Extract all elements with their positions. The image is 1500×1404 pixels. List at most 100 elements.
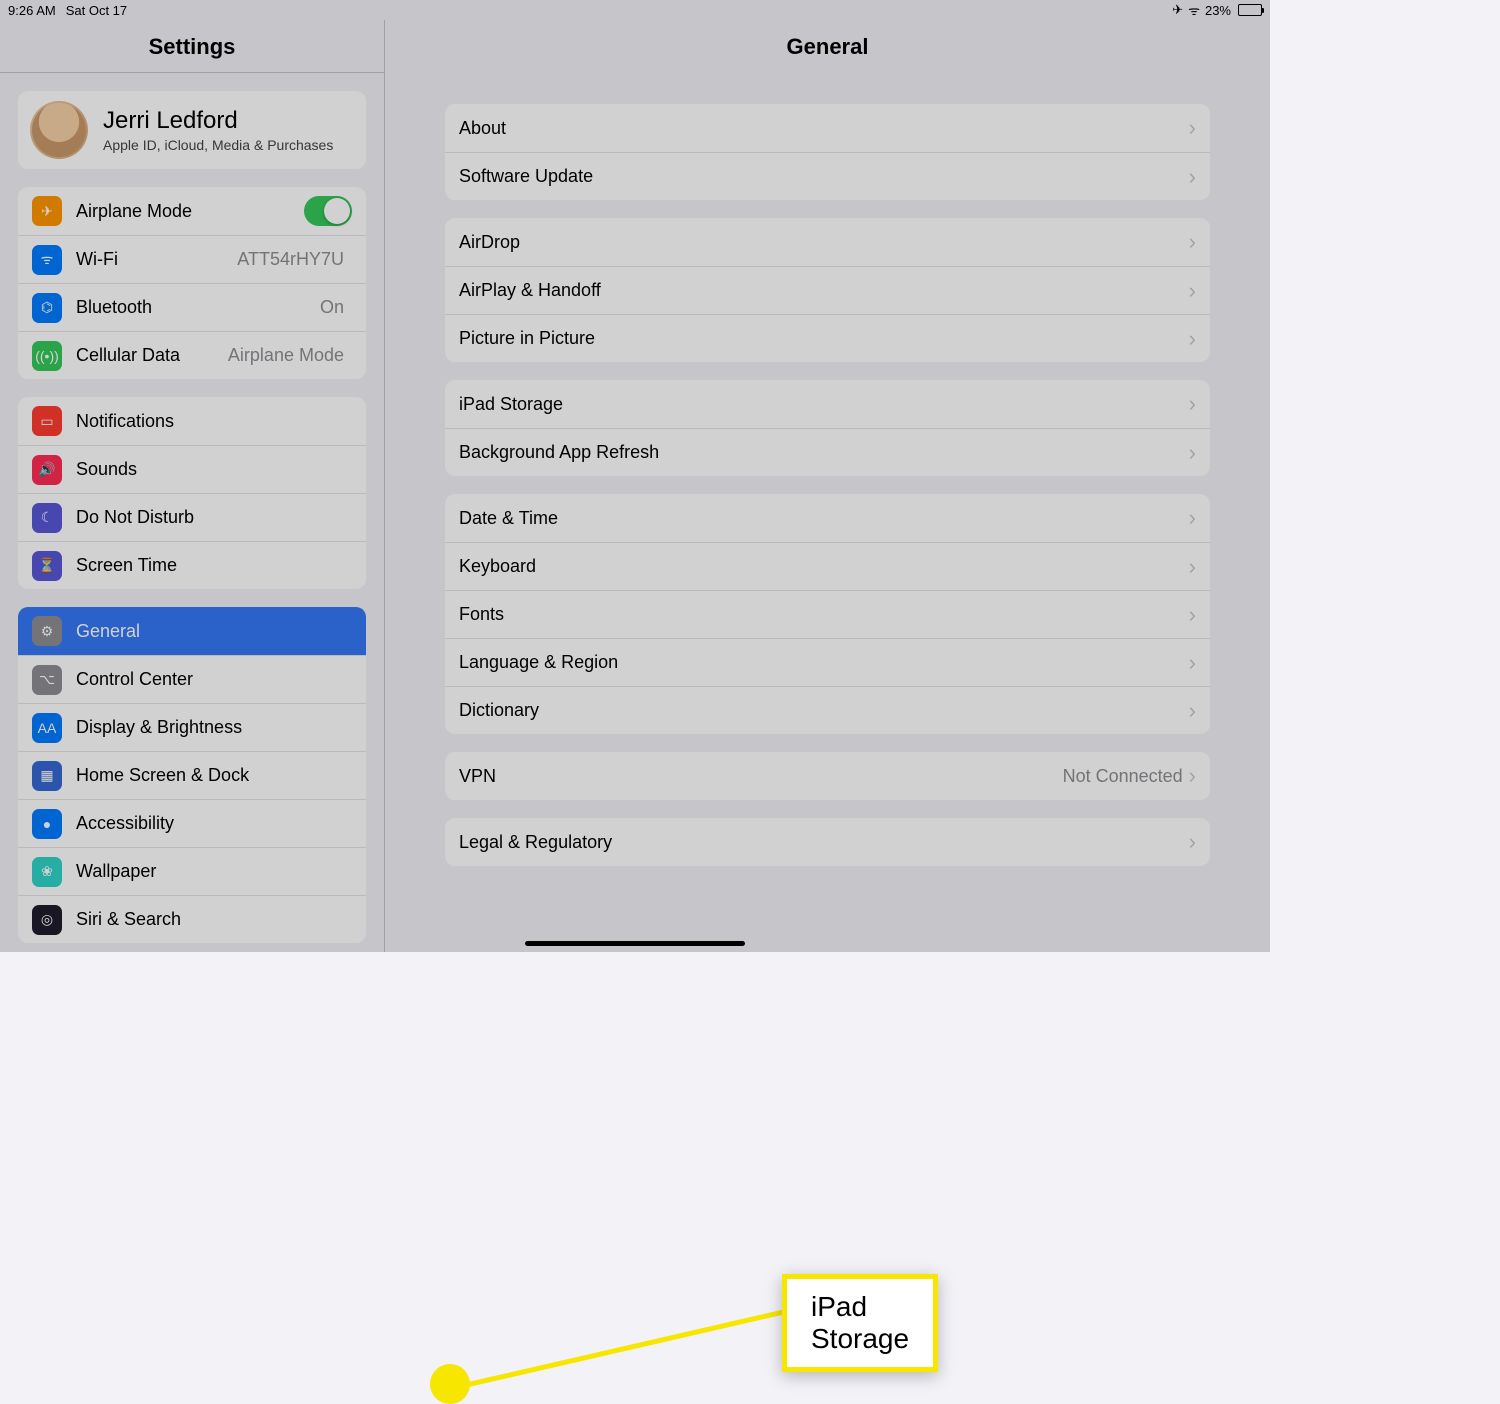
wall-icon: ❀ — [32, 857, 62, 887]
detail-row-about[interactable]: About› — [445, 104, 1210, 152]
settings-sidebar: Settings Jerri Ledford Apple ID, iCloud,… — [0, 20, 385, 952]
sidebar-item-display-brightness[interactable]: AA Display & Brightness — [18, 703, 366, 751]
detail-row-label: Background App Refresh — [459, 442, 1189, 463]
status-date: Sat Oct 17 — [66, 3, 127, 18]
sidebar-item-label: Control Center — [76, 669, 352, 690]
sidebar-item-label: Display & Brightness — [76, 717, 352, 738]
sidebar-item-label: Accessibility — [76, 813, 352, 834]
sidebar-item-notifications[interactable]: ▭Notifications — [18, 397, 366, 445]
detail-row-language-region[interactable]: Language & Region› — [445, 638, 1210, 686]
hs-icon: ▦ — [32, 761, 62, 791]
detail-row-airdrop[interactable]: AirDrop› — [445, 218, 1210, 266]
airplane-mode-indicator-icon: ✈︎ — [1172, 2, 1183, 18]
sidebar-item-screen-time[interactable]: ⏳ Screen Time — [18, 541, 366, 589]
sidebar-item-general[interactable]: ⚙General — [18, 607, 366, 655]
detail-row-fonts[interactable]: Fonts› — [445, 590, 1210, 638]
sidebar-item-bluetooth[interactable]: ⌬ BluetoothOn — [18, 283, 366, 331]
home-indicator — [525, 941, 745, 946]
wifi-icon: ᯤ — [32, 245, 62, 275]
detail-row-software-update[interactable]: Software Update› — [445, 152, 1210, 200]
sidebar-item-cellular-data[interactable]: ((•)) Cellular DataAirplane Mode — [18, 331, 366, 379]
chevron-right-icon: › — [1189, 554, 1196, 580]
detail-row-label: Keyboard — [459, 556, 1189, 577]
detail-row-airplay-handoff[interactable]: AirPlay & Handoff› — [445, 266, 1210, 314]
detail-row-label: Dictionary — [459, 700, 1189, 721]
sidebar-item-value: On — [320, 297, 344, 318]
sidebar-item-label: Bluetooth — [76, 297, 320, 318]
callout-line — [462, 1310, 792, 1392]
chevron-right-icon: › — [1189, 326, 1196, 352]
cc-icon: ⌥ — [32, 665, 62, 695]
profile-name: Jerri Ledford — [103, 107, 333, 135]
detail-row-background-app-refresh[interactable]: Background App Refresh› — [445, 428, 1210, 476]
sidebar-item-label: Wallpaper — [76, 861, 352, 882]
profile-subtitle: Apple ID, iCloud, Media & Purchases — [103, 137, 333, 153]
chevron-right-icon: › — [1189, 391, 1196, 417]
detail-row-label: Picture in Picture — [459, 328, 1189, 349]
detail-title: General — [385, 20, 1270, 72]
detail-row-keyboard[interactable]: Keyboard› — [445, 542, 1210, 590]
detail-row-ipad-storage[interactable]: iPad Storage› — [445, 380, 1210, 428]
detail-row-label: Fonts — [459, 604, 1189, 625]
status-bar: 9:26 AM Sat Oct 17 ✈︎ ᯤ 23% — [0, 0, 1270, 20]
detail-row-dictionary[interactable]: Dictionary› — [445, 686, 1210, 734]
sidebar-item-label: Wi-Fi — [76, 249, 237, 270]
sidebar-item-value: ATT54rHY7U — [237, 249, 344, 270]
toggle[interactable] — [304, 196, 352, 226]
sidebar-item-control-center[interactable]: ⌥ Control Center — [18, 655, 366, 703]
callout-label: iPad Storage — [782, 1274, 938, 1372]
apple-id-profile-row[interactable]: Jerri Ledford Apple ID, iCloud, Media & … — [18, 91, 366, 169]
battery-icon — [1238, 4, 1262, 16]
chevron-right-icon: › — [1189, 763, 1196, 789]
chevron-right-icon: › — [1189, 229, 1196, 255]
sidebar-item-wi-fi[interactable]: ᯤ Wi-FiATT54rHY7U — [18, 235, 366, 283]
sidebar-item-siri-search[interactable]: ◎Siri & Search — [18, 895, 366, 943]
detail-row-label: AirDrop — [459, 232, 1189, 253]
st-icon: ⏳ — [32, 551, 62, 581]
chevron-right-icon: › — [1189, 829, 1196, 855]
chevron-right-icon: › — [1189, 650, 1196, 676]
sidebar-item-label: Airplane Mode — [76, 201, 304, 222]
acc-icon: ● — [32, 809, 62, 839]
wifi-icon: ᯤ — [1188, 1, 1200, 19]
detail-row-label: VPN — [459, 766, 1063, 787]
general-detail-pane: General About›Software Update›AirDrop›Ai… — [385, 20, 1270, 952]
sidebar-item-label: Screen Time — [76, 555, 352, 576]
db-icon: AA — [32, 713, 62, 743]
battery-percent: 23% — [1205, 3, 1231, 18]
chevron-right-icon: › — [1189, 602, 1196, 628]
sidebar-item-sounds[interactable]: 🔊Sounds — [18, 445, 366, 493]
sidebar-item-label: Siri & Search — [76, 909, 352, 930]
sidebar-item-do-not-disturb[interactable]: ☾Do Not Disturb — [18, 493, 366, 541]
status-time: 9:26 AM — [8, 3, 56, 18]
sidebar-item-home-screen-dock[interactable]: ▦ Home Screen & Dock — [18, 751, 366, 799]
detail-row-label: Legal & Regulatory — [459, 832, 1189, 853]
sidebar-item-wallpaper[interactable]: ❀ Wallpaper — [18, 847, 366, 895]
bt-icon: ⌬ — [32, 293, 62, 323]
detail-row-value: Not Connected — [1063, 766, 1183, 787]
cell-icon: ((•)) — [32, 341, 62, 371]
chevron-right-icon: › — [1189, 698, 1196, 724]
detail-row-label: Software Update — [459, 166, 1189, 187]
chevron-right-icon: › — [1189, 115, 1196, 141]
sidebar-item-label: Cellular Data — [76, 345, 228, 366]
sidebar-item-value: Airplane Mode — [228, 345, 344, 366]
detail-row-vpn[interactable]: VPNNot Connected › — [445, 752, 1210, 800]
airplane-icon: ✈︎ — [32, 196, 62, 226]
chevron-right-icon: › — [1189, 440, 1196, 466]
sidebar-item-label: Home Screen & Dock — [76, 765, 352, 786]
detail-row-label: Date & Time — [459, 508, 1189, 529]
chevron-right-icon: › — [1189, 505, 1196, 531]
chevron-right-icon: › — [1189, 278, 1196, 304]
callout-dot — [430, 1364, 470, 1404]
sidebar-item-airplane-mode[interactable]: ✈︎ Airplane Mode — [18, 187, 366, 235]
sidebar-title: Settings — [0, 20, 384, 73]
sidebar-item-label: Do Not Disturb — [76, 507, 352, 528]
detail-row-label: iPad Storage — [459, 394, 1189, 415]
avatar — [30, 101, 88, 159]
notif-icon: ▭ — [32, 406, 62, 436]
detail-row-legal-regulatory[interactable]: Legal & Regulatory› — [445, 818, 1210, 866]
sidebar-item-accessibility[interactable]: ● Accessibility — [18, 799, 366, 847]
detail-row-picture-in-picture[interactable]: Picture in Picture› — [445, 314, 1210, 362]
detail-row-date-time[interactable]: Date & Time› — [445, 494, 1210, 542]
